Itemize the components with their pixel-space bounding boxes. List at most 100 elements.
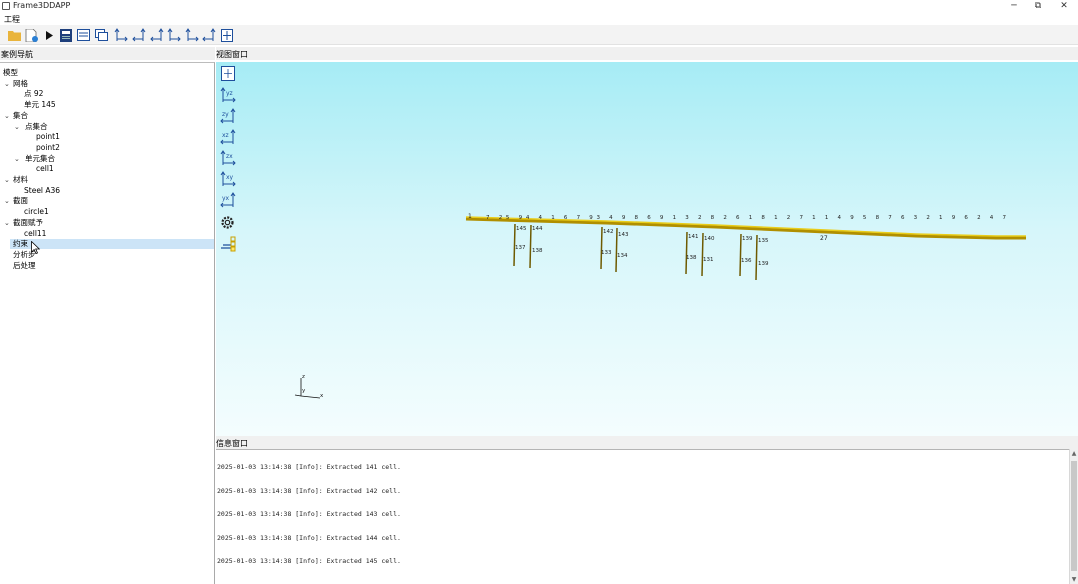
axis-triad: z x y — [294, 374, 324, 399]
window-title: Frame3DDAPP — [13, 1, 71, 10]
info-window-header: 信息窗口 — [216, 436, 1078, 449]
view-yz-icon[interactable] — [185, 28, 199, 42]
log-line: 2025-01-03 13:14:38 [Info]: Extracted 14… — [217, 463, 401, 471]
view-zy-icon[interactable] — [202, 28, 216, 42]
axis-y-label: y — [302, 388, 306, 394]
new-file-icon[interactable] — [24, 28, 38, 42]
column-5 — [685, 231, 688, 275]
chevron-down-icon[interactable]: ⌄ — [4, 79, 12, 89]
tree-item[interactable]: point1 — [0, 132, 214, 142]
copy-view-icon[interactable] — [76, 28, 90, 42]
column-3 — [600, 226, 603, 270]
run-icon[interactable] — [42, 28, 56, 42]
tree-item[interactable]: 单元 145 — [0, 100, 214, 110]
column-label-16: 139 — [758, 261, 769, 267]
chevron-down-icon[interactable]: ⌄ — [4, 111, 12, 121]
column-label-13: 138 — [686, 255, 697, 261]
log-line: 2025-01-03 13:14:38 [Info]: Extracted 14… — [217, 534, 401, 542]
tree-item[interactable]: 模型 — [0, 68, 214, 78]
column-labels: 145 144 137 138 142 143 133 134 141 140 … — [515, 226, 769, 267]
chevron-down-icon[interactable]: ⌄ — [4, 175, 12, 185]
tree-item[interactable]: ⌄ 集合 — [0, 111, 214, 121]
axis-z-label: z — [302, 374, 305, 380]
tree-item-label: point2 — [36, 142, 60, 152]
chevron-down-icon[interactable]: ⌄ — [14, 154, 22, 164]
tree-item-label: circle1 — [24, 207, 49, 217]
column-label-2: 144 — [532, 226, 543, 232]
chevron-down-icon[interactable]: ⌄ — [14, 122, 22, 132]
tree-item[interactable]: 点 92 — [0, 89, 214, 99]
column-label-12: 135 — [758, 238, 769, 244]
tree-item[interactable]: ⌄ 截面赋予 — [0, 218, 214, 228]
frame-model: 7 25 94 4 1 6 7 93 4 9 8 6 9 1 3 2 8 2 6… — [294, 213, 1026, 399]
menu-project[interactable]: 工程 — [4, 14, 20, 25]
minimize-button[interactable]: ─ — [1002, 0, 1026, 13]
tree-item[interactable]: ⌄ 材料 — [0, 175, 214, 185]
chevron-down-icon[interactable]: ⌄ — [4, 218, 12, 228]
column-2 — [529, 224, 532, 269]
column-label-5: 142 — [603, 229, 614, 235]
tree-item[interactable]: 后处理 — [0, 261, 214, 271]
log-line: 2025-01-03 13:14:38 [Info]: Extracted 14… — [217, 510, 401, 518]
tree-item[interactable]: cell1 — [0, 164, 214, 174]
toolbar — [0, 25, 1078, 45]
tree-item[interactable]: ⌄ 截面 — [0, 196, 214, 206]
column-label-4: 138 — [532, 248, 543, 254]
title-bar: Frame3DDAPP ─ ⧉ ✕ — [0, 0, 1078, 13]
column-label-7: 133 — [601, 250, 612, 256]
tree-item[interactable]: circle1 — [0, 207, 214, 217]
column-8 — [755, 234, 758, 281]
tree-item[interactable]: cell11 — [0, 229, 214, 239]
tree-item-label: 模型 — [3, 68, 18, 77]
tree-item[interactable]: ⌄ 网格 — [0, 79, 214, 89]
model-tree: 模型 ⌄ 网格点 92 单元 145 ⌄ 集合 ⌄ 点集合 point1 point2 ⌄ 单元集合 c… — [0, 62, 215, 584]
tree-item-label: 单元集合 — [25, 153, 55, 163]
deck-node-labels: 7 25 94 4 1 6 7 93 4 9 8 6 9 1 3 2 8 2 6… — [486, 215, 1007, 221]
column-label-15: 136 — [741, 258, 752, 264]
restore-button[interactable]: ⧉ — [1026, 0, 1050, 13]
view-window-header: 视图窗口 — [216, 47, 1078, 60]
layers-icon[interactable] — [94, 28, 108, 42]
view-xy-icon[interactable] — [114, 28, 128, 42]
scroll-down-icon[interactable]: ▼ — [1070, 575, 1078, 584]
tree-item-label: 后处理 — [13, 260, 36, 270]
tree-item[interactable]: point2 — [0, 143, 214, 153]
tree-item[interactable]: Steel A36 — [0, 186, 214, 196]
info-log[interactable]: 2025-01-03 13:14:38 [Info]: Extracted 14… — [216, 449, 1069, 584]
column-label-11: 139 — [742, 236, 753, 242]
node-label-left: 1 — [468, 213, 472, 220]
column-label-1: 145 — [516, 226, 527, 232]
folder-open-icon[interactable] — [7, 28, 21, 42]
view-xz-icon[interactable] — [150, 28, 164, 42]
chevron-down-icon[interactable]: ⌄ — [4, 196, 12, 206]
tree-item[interactable]: 约束 — [10, 239, 214, 250]
close-button[interactable]: ✕ — [1052, 0, 1076, 13]
tree-item-label: cell11 — [24, 228, 47, 238]
log-scrollbar[interactable]: ▲ ▼ — [1069, 449, 1078, 584]
column-6 — [701, 232, 704, 277]
column-label-6: 143 — [618, 232, 629, 238]
log-line: 2025-01-03 13:14:38 [Info]: Extracted 14… — [217, 487, 401, 495]
column-label-14: 131 — [703, 257, 714, 263]
fit-view-icon[interactable] — [220, 28, 234, 42]
save-icon[interactable] — [59, 28, 73, 42]
tree-item-label: cell1 — [36, 164, 54, 174]
tree-item-label: 网格 — [13, 78, 28, 88]
view-zx-icon[interactable] — [167, 28, 181, 42]
case-navigator-title: 案例导航 — [1, 50, 33, 59]
axis-x-label: x — [320, 393, 324, 399]
tree-item-label: 截面赋予 — [13, 217, 43, 227]
mouse-cursor-icon — [31, 241, 40, 254]
deck-label-strip: 7 25 94 4 1 6 7 93 4 9 8 6 9 1 3 2 8 2 6… — [486, 215, 1007, 221]
scroll-up-icon[interactable]: ▲ — [1070, 449, 1078, 458]
view-yx-icon[interactable] — [132, 28, 146, 42]
scroll-thumb[interactable] — [1071, 461, 1077, 571]
tree-item-label: 约束 — [13, 239, 28, 249]
tree-item-label: 材料 — [13, 175, 28, 184]
tree-item[interactable]: ⌄ 单元集合 — [0, 154, 214, 164]
tree-item[interactable]: ⌄ 点集合 — [0, 122, 214, 132]
tree-item-label: point1 — [36, 132, 60, 142]
3d-viewport[interactable]: yz zy xz zx xy yx 7 25 94 4 1 6 7 93 4 9… — [216, 62, 1078, 436]
column-4 — [615, 227, 618, 273]
tree-item-label: 集合 — [13, 110, 28, 120]
